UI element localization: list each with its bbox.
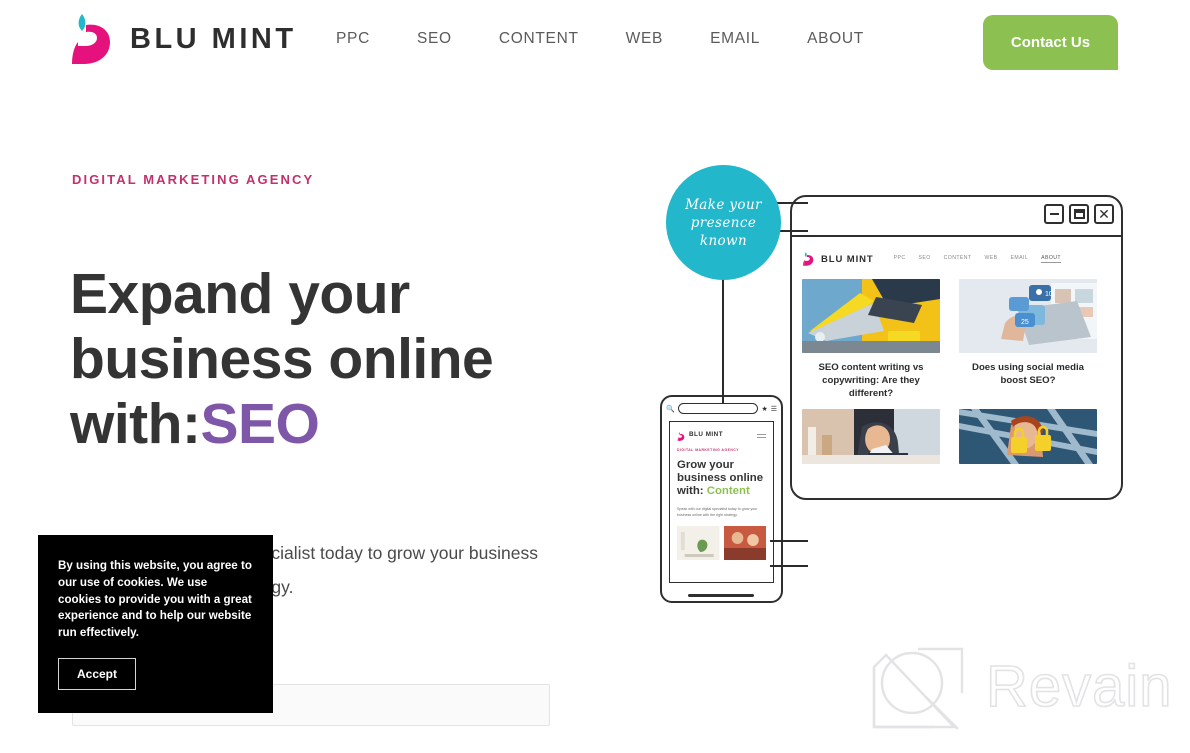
svg-text:25: 25 bbox=[1021, 319, 1029, 326]
site-header: BLU MINT PPC SEO CONTENT WEB EMAIL ABOUT… bbox=[0, 0, 1190, 86]
svg-text:10: 10 bbox=[1045, 291, 1053, 298]
nav-item-about[interactable]: ABOUT bbox=[807, 30, 888, 48]
mockup-article-cards-row-1: SEO content writing vs copywriting: Are … bbox=[802, 279, 1111, 400]
headline-line-2: business online bbox=[70, 327, 494, 391]
close-icon[interactable]: ✕ bbox=[1094, 204, 1114, 224]
star-icon[interactable]: ★ bbox=[761, 405, 767, 413]
tablet-logo-wordmark: BLU MINT bbox=[689, 431, 724, 438]
make-your-presence-known-bubble: Make your presence known bbox=[666, 165, 781, 280]
revain-watermark: Revain bbox=[866, 645, 1172, 735]
headline-accent: SEO bbox=[200, 392, 320, 456]
browser-window-mockup: ✕ BLU MINT PPC SEO CONTENT WEB EMAIL ABO… bbox=[790, 195, 1123, 500]
bubble-line-3: known bbox=[699, 232, 748, 249]
interior-plant-photo bbox=[677, 526, 720, 560]
laptop-typing-yellow-photo bbox=[802, 279, 940, 353]
mockup-article-cards-row-2 bbox=[802, 409, 1111, 464]
contact-us-button[interactable]: Contact Us bbox=[983, 15, 1118, 70]
hero-eyebrow: DIGITAL MARKETING AGENCY bbox=[72, 172, 315, 187]
mockup-nav-item-about[interactable]: ABOUT bbox=[1041, 255, 1061, 263]
minimize-icon[interactable] bbox=[1044, 204, 1064, 224]
hero-illustration: Make your presence known ✕ BLU MINT PPC … bbox=[650, 150, 1150, 620]
revain-logo-icon bbox=[872, 647, 964, 730]
hamburger-menu-icon[interactable] bbox=[757, 434, 766, 435]
mockup-site-header: BLU MINT PPC SEO CONTENT WEB EMAIL ABOUT bbox=[802, 247, 1111, 271]
nav-item-content[interactable]: CONTENT bbox=[499, 30, 603, 48]
connector-line-vertical bbox=[722, 275, 724, 403]
page-root: BLU MINT PPC SEO CONTENT WEB EMAIL ABOUT… bbox=[0, 0, 1190, 753]
tablet-image-row bbox=[677, 526, 766, 560]
blu-mint-logo-icon-small bbox=[802, 251, 816, 267]
browser-page-content: BLU MINT PPC SEO CONTENT WEB EMAIL ABOUT bbox=[790, 237, 1123, 500]
logo-wordmark: BLU MINT bbox=[130, 22, 297, 55]
maximize-icon[interactable] bbox=[1069, 204, 1089, 224]
tablet-headline-line-3-prefix: with: bbox=[677, 485, 704, 497]
blu-mint-logo-icon bbox=[68, 11, 120, 67]
window-controls: ✕ bbox=[1044, 204, 1114, 224]
browser-titlebar: ✕ bbox=[790, 195, 1123, 237]
cookie-accept-button[interactable]: Accept bbox=[58, 657, 136, 690]
woman-at-desk-photo[interactable] bbox=[802, 409, 940, 464]
tablet-headline: Grow your business online with: Content bbox=[677, 459, 766, 498]
nav-item-seo[interactable]: SEO bbox=[417, 30, 476, 48]
mockup-nav-item-web[interactable]: WEB bbox=[985, 255, 998, 263]
search-icon: 🔍 bbox=[666, 405, 675, 413]
bubble-text: Make your presence known bbox=[685, 196, 762, 250]
nav-item-web[interactable]: WEB bbox=[626, 30, 687, 48]
connector-line-bottom-a bbox=[770, 540, 808, 542]
nav-item-ppc[interactable]: PPC bbox=[336, 30, 394, 48]
tablet-mockup: 🔍 ★ ☰ BLU MINT DIGITAL MARKETING AGENCY … bbox=[660, 395, 783, 603]
padlocks-security-photo[interactable] bbox=[959, 409, 1097, 464]
connector-line-bottom-b bbox=[770, 565, 808, 567]
tablet-eyebrow: DIGITAL MARKETING AGENCY bbox=[677, 448, 740, 452]
nav-item-email[interactable]: EMAIL bbox=[710, 30, 784, 48]
main-navigation: PPC SEO CONTENT WEB EMAIL ABOUT bbox=[336, 30, 888, 48]
tablet-screen-content: BLU MINT DIGITAL MARKETING AGENCY Grow y… bbox=[669, 421, 774, 583]
tablet-browser-bar: 🔍 ★ ☰ bbox=[666, 401, 777, 416]
tablet-address-bar[interactable] bbox=[677, 403, 759, 414]
people-photo bbox=[723, 526, 766, 560]
revain-watermark-text: Revain bbox=[985, 653, 1173, 720]
article-card-title: SEO content writing vs copywriting: Are … bbox=[818, 362, 924, 399]
mockup-navigation: PPC SEO CONTENT WEB EMAIL ABOUT bbox=[894, 255, 1061, 263]
menu-icon[interactable]: ☰ bbox=[771, 405, 777, 413]
tablet-headline-line-2: business online bbox=[677, 472, 764, 484]
mockup-nav-item-content[interactable]: CONTENT bbox=[944, 255, 972, 263]
tablet-subcopy: Speak with our digital specialist today … bbox=[677, 507, 758, 517]
site-logo[interactable]: BLU MINT bbox=[68, 11, 297, 67]
headline-line-1: Expand your bbox=[70, 262, 410, 326]
tablet-home-indicator bbox=[688, 594, 754, 597]
tablet-headline-accent: Content bbox=[706, 485, 750, 497]
tablet-headline-line-1: Grow your bbox=[677, 459, 734, 471]
mockup-nav-item-ppc[interactable]: PPC bbox=[894, 255, 906, 263]
cookie-banner-text: By using this website, you agree to our … bbox=[58, 559, 252, 640]
blu-mint-logo-icon-tiny bbox=[677, 429, 686, 441]
page-title: Expand your business online with:SEO bbox=[70, 262, 590, 457]
mockup-logo-wordmark: BLU MINT bbox=[821, 253, 874, 265]
article-card[interactable]: 10 25 Does using social media boost SEO? bbox=[959, 279, 1097, 400]
article-card-title: Does using social media boost SEO? bbox=[972, 362, 1084, 386]
article-card[interactable]: SEO content writing vs copywriting: Are … bbox=[802, 279, 940, 400]
tablet-site-header: BLU MINT bbox=[677, 429, 766, 441]
bubble-line-1: Make your bbox=[685, 196, 762, 213]
bubble-line-2: presence bbox=[690, 214, 757, 231]
cookie-consent-banner: By using this website, you agree to our … bbox=[38, 535, 273, 713]
mockup-nav-item-email[interactable]: EMAIL bbox=[1011, 255, 1029, 263]
social-media-icons-laptop-photo: 10 25 bbox=[959, 279, 1097, 353]
headline-line-3-prefix: with: bbox=[70, 392, 201, 456]
mockup-nav-item-seo[interactable]: SEO bbox=[918, 255, 930, 263]
tablet-logo: BLU MINT bbox=[677, 429, 724, 441]
